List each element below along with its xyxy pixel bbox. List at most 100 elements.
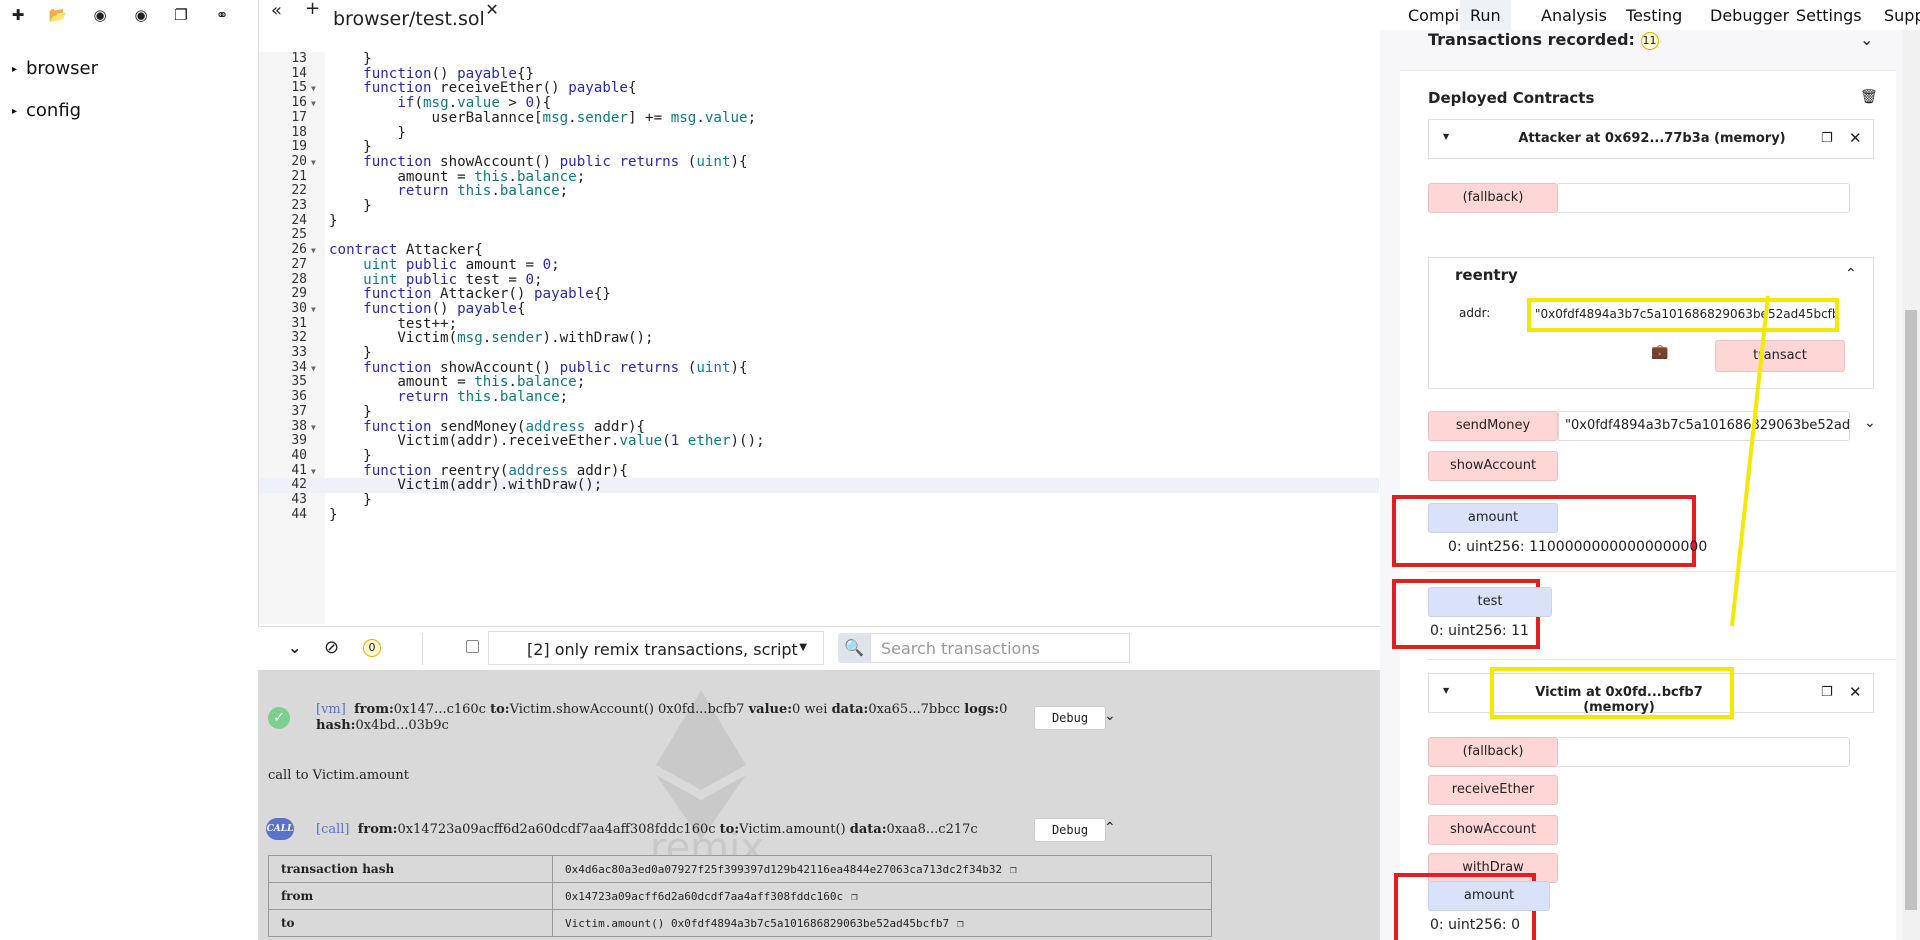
copy-icon[interactable]: ❐ bbox=[851, 890, 858, 903]
tab-run[interactable]: Run bbox=[1460, 0, 1511, 30]
code-editor[interactable]: 13 } 14 function() payable{} 15 ▼ function … bbox=[259, 51, 1381, 624]
test-button[interactable]: test bbox=[1428, 587, 1552, 617]
right-scrollbar[interactable] bbox=[1902, 30, 1920, 940]
add-file-icon[interactable]: + bbox=[305, 0, 320, 19]
code-line[interactable]: 41 ▼ function reentry(address addr){ bbox=[259, 463, 1379, 480]
code-line[interactable]: 30 ▼ function() payable{ bbox=[259, 301, 1379, 318]
fold-arrow-icon[interactable]: ▼ bbox=[311, 82, 316, 97]
github-icon[interactable]: ◉ bbox=[90, 5, 110, 25]
tab-testing[interactable]: Testing bbox=[1626, 6, 1682, 25]
code-line[interactable]: 32 Victim(msg.sender).withDraw(); bbox=[259, 331, 1379, 346]
fallback-button[interactable]: (fallback) bbox=[1428, 737, 1558, 767]
code-line[interactable]: 15 ▼ function receiveEther() payable{ bbox=[259, 81, 1379, 96]
tab-supp[interactable]: Supp bbox=[1884, 6, 1920, 25]
code-line[interactable]: 37 } bbox=[259, 404, 1379, 420]
code-line[interactable]: 16 ▼ if(msg.value > 0){ bbox=[259, 95, 1379, 112]
code-line[interactable]: 28 uint public test = 0; bbox=[259, 272, 1379, 288]
chevron-down-icon[interactable]: ⌄ bbox=[1864, 415, 1876, 431]
tab-settings[interactable]: Settings bbox=[1796, 6, 1862, 25]
close-icon[interactable]: ✕ bbox=[1849, 683, 1862, 701]
code-line[interactable]: 17 userBalannce[msg.sender] += msg.value… bbox=[259, 110, 1379, 126]
code-line[interactable]: 43 } bbox=[259, 492, 1379, 508]
search-icon[interactable]: 🔍 bbox=[838, 633, 870, 663]
code-line[interactable]: 25 bbox=[259, 228, 1379, 243]
tab-analysis[interactable]: Analysis bbox=[1541, 6, 1607, 25]
code-line[interactable]: 14 function() payable{} bbox=[259, 66, 1379, 82]
search-transactions-input[interactable]: Search transactions bbox=[870, 633, 1130, 663]
receive-ether-button[interactable]: receiveEther bbox=[1428, 775, 1558, 805]
filter-select[interactable]: [2] only remix transactions, script ▼ bbox=[488, 631, 824, 665]
code-line[interactable]: 42 Victim(addr).withDraw(); bbox=[259, 478, 1379, 493]
explorer-item-browser[interactable]: ▸ browser bbox=[12, 58, 98, 79]
debug-button[interactable]: Debug bbox=[1034, 706, 1106, 730]
code-line[interactable]: 26 ▼ contract Attacker{ bbox=[259, 242, 1379, 259]
code-line[interactable]: 18 } bbox=[259, 125, 1379, 141]
code-line[interactable]: 39 Victim(addr).receiveEther.value(1 eth… bbox=[259, 433, 1379, 449]
code-line[interactable]: 21 amount = this.balance; bbox=[259, 169, 1379, 185]
tab-browser-test-sol[interactable]: browser/test.sol ✕ bbox=[321, 0, 501, 32]
fallback-input[interactable] bbox=[1558, 183, 1850, 213]
fold-arrow-icon[interactable]: ▼ bbox=[311, 156, 316, 171]
fallback-button[interactable]: (fallback) bbox=[1428, 183, 1558, 213]
fold-arrow-icon[interactable]: ▼ bbox=[311, 362, 316, 377]
collapse-terminal-icon[interactable]: ⌄ bbox=[288, 638, 301, 657]
show-account-button[interactable]: showAccount bbox=[1428, 815, 1558, 845]
addr-input[interactable]: "0x0fdf4894a3b7c5a101686829063be52ad45bc… bbox=[1527, 298, 1839, 332]
close-icon[interactable]: ✕ bbox=[485, 0, 498, 19]
tab-debugger[interactable]: Debugger bbox=[1710, 6, 1789, 25]
fold-arrow-icon[interactable]: ▼ bbox=[311, 244, 316, 259]
code-line[interactable]: 36 return this.balance; bbox=[259, 389, 1379, 405]
code-line[interactable]: 29 function Attacker() payable{} bbox=[259, 286, 1379, 302]
create-file-icon[interactable]: ✚ bbox=[8, 5, 28, 25]
copy-files-icon[interactable]: ❐ bbox=[171, 5, 191, 25]
link-icon[interactable]: ⚭ bbox=[212, 5, 232, 25]
close-icon[interactable]: ✕ bbox=[1849, 129, 1862, 147]
chevron-down-icon[interactable]: ⌄ bbox=[1860, 30, 1873, 49]
code-line[interactable]: 38 ▼ function sendMoney(address addr){ bbox=[259, 419, 1379, 436]
listen-network-checkbox[interactable] bbox=[466, 640, 479, 653]
fallback-input[interactable] bbox=[1558, 737, 1850, 767]
attacker-instance-header[interactable]: ▼ Attacker at 0x692...77b3a (memory) ❐ ✕ bbox=[1428, 119, 1874, 159]
amount-button[interactable]: amount bbox=[1428, 881, 1550, 911]
copy-icon[interactable]: ❐ bbox=[1821, 685, 1833, 700]
fold-arrow-icon[interactable]: ▼ bbox=[311, 303, 316, 318]
chevron-up-icon[interactable]: ⌃ bbox=[1104, 820, 1116, 836]
code-line[interactable]: 13 } bbox=[259, 51, 1379, 67]
chevron-up-icon[interactable]: ⌃ bbox=[1845, 266, 1857, 282]
collapse-left-icon[interactable]: « bbox=[271, 0, 282, 21]
fold-arrow-icon[interactable]: ▼ bbox=[311, 97, 316, 112]
clear-console-icon[interactable]: ⊘ bbox=[324, 637, 339, 658]
debug-button[interactable]: Debug bbox=[1034, 818, 1106, 842]
copy-icon[interactable]: ❐ bbox=[1010, 863, 1017, 876]
briefcase-icon[interactable]: 💼 bbox=[1651, 344, 1668, 360]
fold-arrow-icon[interactable]: ▼ bbox=[311, 421, 316, 436]
trash-icon[interactable]: 🗑 bbox=[1860, 89, 1878, 105]
open-folder-icon[interactable]: 📂 bbox=[48, 5, 68, 25]
transact-button[interactable]: transact bbox=[1715, 340, 1845, 372]
code-line[interactable]: 22 return this.balance; bbox=[259, 184, 1379, 199]
copy-icon[interactable]: ❐ bbox=[1821, 131, 1833, 146]
code-line[interactable]: 35 amount = this.balance; bbox=[259, 375, 1379, 390]
code-line[interactable]: 34 ▼ function showAccount() public return… bbox=[259, 360, 1379, 377]
right-scroll-thumb[interactable] bbox=[1905, 310, 1917, 910]
fold-arrow-icon[interactable]: ▼ bbox=[311, 465, 316, 480]
code-line[interactable]: 27 uint public amount = 0; bbox=[259, 257, 1379, 273]
gist-icon[interactable]: ◉ bbox=[131, 5, 151, 25]
code-line[interactable]: 40 } bbox=[259, 448, 1379, 464]
amount-button[interactable]: amount bbox=[1428, 503, 1558, 533]
send-money-button[interactable]: sendMoney bbox=[1428, 411, 1558, 441]
code-line[interactable]: 19 } bbox=[259, 139, 1379, 155]
send-money-input[interactable]: "0x0fdf4894a3b7c5a101686829063be52ad45bc… bbox=[1558, 411, 1850, 441]
show-account-button[interactable]: showAccount bbox=[1428, 451, 1558, 481]
code-line[interactable]: 44} bbox=[259, 507, 1379, 523]
code-line[interactable]: 23 } bbox=[259, 198, 1379, 214]
code-line[interactable]: 33 } bbox=[259, 345, 1379, 361]
copy-icon[interactable]: ❐ bbox=[957, 917, 964, 930]
transactions-recorded[interactable]: Transactions recorded: 11 bbox=[1428, 30, 1659, 50]
caret-down-icon[interactable]: ▼ bbox=[1443, 686, 1449, 695]
explorer-item-config[interactable]: ▸ config bbox=[12, 100, 81, 121]
chevron-down-icon[interactable]: ⌄ bbox=[1104, 708, 1116, 724]
code-line[interactable]: 31 test++; bbox=[259, 316, 1379, 332]
code-line[interactable]: 24} bbox=[259, 213, 1379, 229]
code-line[interactable]: 20 ▼ function showAccount() public return… bbox=[259, 154, 1379, 171]
